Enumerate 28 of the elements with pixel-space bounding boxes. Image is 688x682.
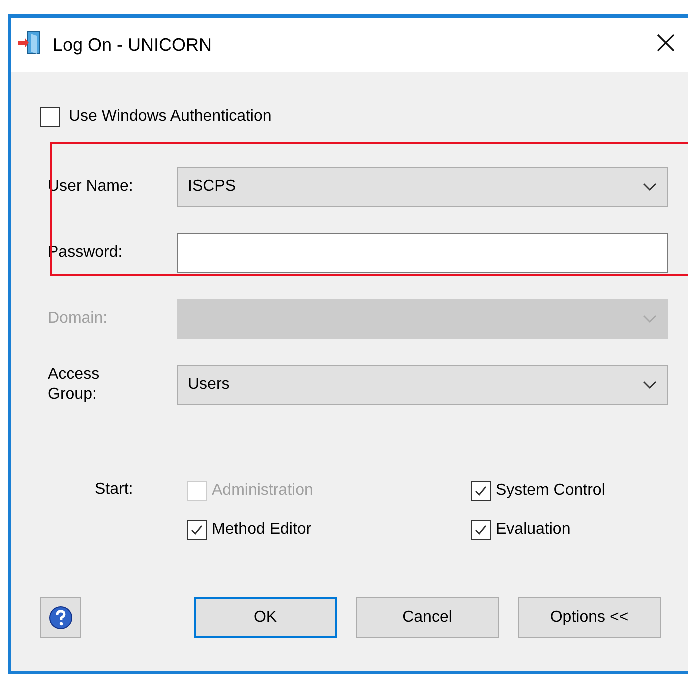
help-icon — [48, 604, 74, 630]
checkbox-label: Use Windows Authentication — [69, 108, 272, 126]
checkmark-icon — [190, 523, 204, 537]
close-icon[interactable] — [656, 32, 676, 52]
dialog-button[interactable]: OK — [194, 597, 337, 638]
checkbox[interactable] — [471, 481, 491, 501]
checkbox-label: System Control — [496, 482, 606, 500]
dialog-button[interactable]: Options << — [518, 597, 661, 638]
help-button[interactable] — [40, 597, 81, 638]
field-label: Access Group: — [48, 365, 101, 405]
dropdown[interactable]: ISCPS — [177, 167, 668, 207]
checkbox-label: Method Editor — [212, 521, 312, 539]
checkbox[interactable] — [40, 107, 60, 127]
chevron-down-icon — [643, 182, 657, 192]
dialog-button[interactable]: Cancel — [356, 597, 499, 638]
checkbox-label: Administration — [212, 482, 314, 500]
password-field[interactable] — [177, 233, 668, 273]
checkmark-icon — [474, 523, 488, 537]
window-title: Log On - UNICORN — [53, 34, 212, 56]
dropdown[interactable]: Users — [177, 365, 668, 405]
chevron-down-icon — [643, 380, 657, 390]
start-label: Start: — [95, 481, 134, 500]
checkmark-icon — [474, 484, 488, 498]
field-label: Domain: — [48, 309, 109, 329]
checkbox[interactable] — [471, 520, 491, 540]
chevron-down-icon — [643, 314, 657, 324]
checkbox[interactable] — [187, 520, 207, 540]
checkbox-label: Evaluation — [496, 521, 571, 539]
